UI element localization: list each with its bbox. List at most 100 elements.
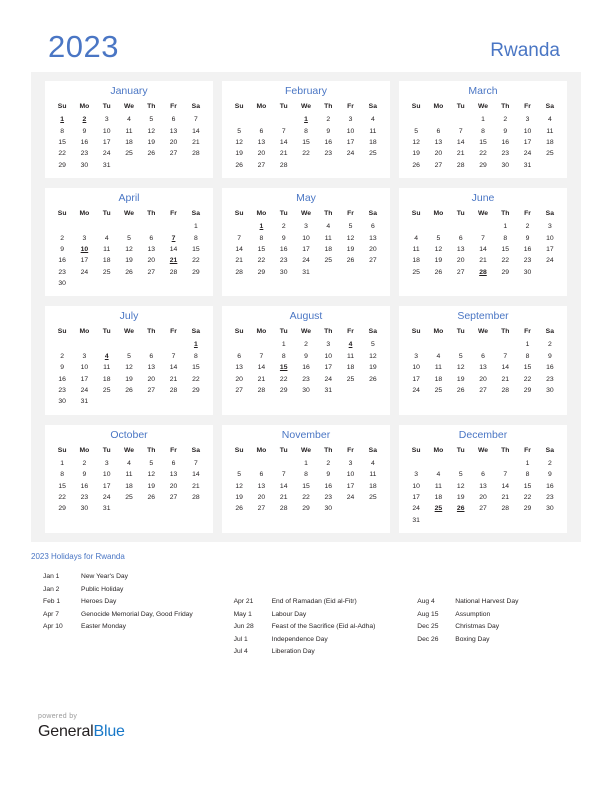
day-cell[interactable]: 10 <box>405 362 427 373</box>
day-cell[interactable]: 5 <box>450 469 472 480</box>
day-cell[interactable]: 18 <box>405 255 427 266</box>
day-cell[interactable]: 22 <box>250 255 272 266</box>
day-cell[interactable]: 22 <box>185 373 207 384</box>
day-cell[interactable]: 8 <box>516 469 538 480</box>
day-cell[interactable]: 13 <box>250 480 272 491</box>
day-cell[interactable]: 15 <box>51 137 73 148</box>
day-cell[interactable]: 18 <box>539 137 561 148</box>
day-cell[interactable]: 19 <box>228 148 250 159</box>
day-cell[interactable]: 7 <box>273 125 295 136</box>
day-cell[interactable]: 13 <box>140 362 162 373</box>
day-cell[interactable]: 19 <box>140 480 162 491</box>
day-cell[interactable]: 12 <box>339 232 361 243</box>
day-cell[interactable]: 3 <box>317 339 339 350</box>
day-cell[interactable]: 2 <box>516 221 538 232</box>
day-cell[interactable]: 29 <box>472 160 494 171</box>
day-cell[interactable]: 21 <box>185 480 207 491</box>
day-cell[interactable]: 4 <box>405 232 427 243</box>
day-cell[interactable]: 14 <box>472 244 494 255</box>
day-cell[interactable]: 17 <box>539 244 561 255</box>
day-cell[interactable]: 13 <box>472 480 494 491</box>
day-cell[interactable]: 23 <box>317 148 339 159</box>
day-cell[interactable]: 18 <box>96 373 118 384</box>
day-cell[interactable]: 3 <box>339 458 361 469</box>
day-cell[interactable]: 9 <box>516 232 538 243</box>
day-cell[interactable]: 12 <box>118 362 140 373</box>
day-cell[interactable]: 28 <box>228 267 250 278</box>
day-cell[interactable]: 19 <box>118 255 140 266</box>
day-cell[interactable]: 10 <box>339 469 361 480</box>
day-cell-holiday[interactable]: 1 <box>185 339 207 350</box>
day-cell[interactable]: 15 <box>295 137 317 148</box>
day-cell[interactable]: 10 <box>405 480 427 491</box>
day-cell-holiday[interactable]: 1 <box>295 114 317 125</box>
day-cell[interactable]: 3 <box>405 351 427 362</box>
day-cell[interactable]: 3 <box>73 232 95 243</box>
day-cell[interactable]: 2 <box>494 114 516 125</box>
day-cell[interactable]: 14 <box>494 480 516 491</box>
day-cell[interactable]: 9 <box>539 469 561 480</box>
day-cell[interactable]: 20 <box>162 137 184 148</box>
day-cell[interactable]: 20 <box>162 480 184 491</box>
day-cell[interactable]: 31 <box>405 515 427 526</box>
day-cell[interactable]: 21 <box>185 137 207 148</box>
day-cell[interactable]: 15 <box>516 480 538 491</box>
day-cell[interactable]: 5 <box>228 469 250 480</box>
day-cell[interactable]: 18 <box>118 137 140 148</box>
day-cell[interactable]: 22 <box>516 492 538 503</box>
day-cell[interactable]: 4 <box>539 114 561 125</box>
day-cell[interactable]: 17 <box>405 492 427 503</box>
day-cell[interactable]: 4 <box>362 458 384 469</box>
day-cell[interactable]: 14 <box>162 362 184 373</box>
day-cell[interactable]: 16 <box>317 137 339 148</box>
day-cell[interactable]: 31 <box>96 503 118 514</box>
day-cell[interactable]: 16 <box>73 480 95 491</box>
day-cell[interactable]: 19 <box>450 373 472 384</box>
day-cell[interactable]: 31 <box>516 160 538 171</box>
day-cell[interactable]: 11 <box>96 244 118 255</box>
day-cell[interactable]: 22 <box>51 148 73 159</box>
day-cell[interactable]: 3 <box>96 458 118 469</box>
day-cell[interactable]: 30 <box>516 267 538 278</box>
day-cell[interactable]: 13 <box>162 125 184 136</box>
day-cell[interactable]: 22 <box>472 148 494 159</box>
day-cell[interactable]: 10 <box>96 469 118 480</box>
day-cell[interactable]: 4 <box>96 232 118 243</box>
day-cell[interactable]: 7 <box>250 351 272 362</box>
day-cell[interactable]: 16 <box>51 373 73 384</box>
day-cell[interactable]: 14 <box>450 137 472 148</box>
day-cell[interactable]: 10 <box>516 125 538 136</box>
day-cell[interactable]: 24 <box>96 492 118 503</box>
day-cell[interactable]: 12 <box>118 244 140 255</box>
day-cell[interactable]: 2 <box>539 458 561 469</box>
day-cell[interactable]: 4 <box>362 114 384 125</box>
day-cell[interactable]: 8 <box>273 351 295 362</box>
day-cell[interactable]: 11 <box>539 125 561 136</box>
day-cell[interactable]: 4 <box>317 221 339 232</box>
day-cell[interactable]: 9 <box>494 125 516 136</box>
day-cell[interactable]: 9 <box>539 351 561 362</box>
day-cell[interactable]: 18 <box>317 244 339 255</box>
day-cell[interactable]: 13 <box>162 469 184 480</box>
day-cell[interactable]: 11 <box>118 469 140 480</box>
day-cell[interactable]: 21 <box>273 492 295 503</box>
day-cell[interactable]: 9 <box>73 125 95 136</box>
day-cell[interactable]: 17 <box>96 137 118 148</box>
day-cell[interactable]: 23 <box>516 255 538 266</box>
day-cell[interactable]: 3 <box>73 351 95 362</box>
day-cell[interactable]: 10 <box>73 362 95 373</box>
day-cell[interactable]: 26 <box>118 267 140 278</box>
day-cell[interactable]: 3 <box>405 469 427 480</box>
day-cell[interactable]: 23 <box>51 385 73 396</box>
day-cell[interactable]: 29 <box>185 385 207 396</box>
day-cell[interactable]: 23 <box>295 373 317 384</box>
day-cell[interactable]: 26 <box>362 373 384 384</box>
day-cell[interactable]: 26 <box>339 255 361 266</box>
day-cell[interactable]: 25 <box>339 373 361 384</box>
day-cell[interactable]: 24 <box>516 148 538 159</box>
day-cell[interactable]: 12 <box>140 125 162 136</box>
day-cell[interactable]: 29 <box>295 503 317 514</box>
day-cell[interactable]: 31 <box>295 267 317 278</box>
day-cell[interactable]: 17 <box>516 137 538 148</box>
day-cell[interactable]: 16 <box>539 480 561 491</box>
